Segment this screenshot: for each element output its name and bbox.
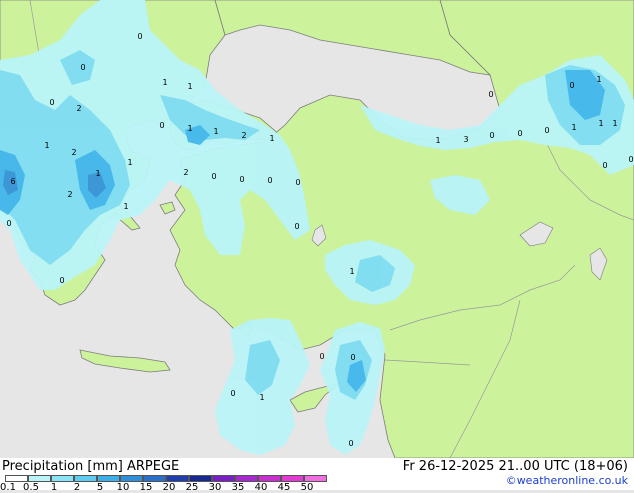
precip-label: 0	[517, 129, 522, 138]
precip-label: 1	[187, 124, 192, 133]
precip-label: 0	[488, 90, 493, 99]
scale-swatch	[74, 475, 97, 482]
precip-label: 0	[294, 222, 299, 231]
scale-tick-label: 45	[277, 482, 291, 493]
scale-swatch	[235, 475, 258, 482]
scale-swatch	[258, 475, 281, 482]
precip-label: 0	[319, 352, 324, 361]
precip-label: 1	[162, 78, 167, 87]
scale-swatch	[166, 475, 189, 482]
precip-color-scale	[5, 474, 341, 482]
precip-label: 0	[80, 63, 85, 72]
precip-label: 0	[348, 439, 353, 448]
scale-tick-label: 0.5	[23, 482, 39, 493]
scale-tick-label: 5	[96, 482, 104, 493]
scale-swatch	[5, 475, 28, 482]
scale-tick-label: 25	[185, 482, 199, 493]
scale-tick-label: 40	[254, 482, 268, 493]
precip-label: 0	[350, 353, 355, 362]
precip-label: 3	[463, 135, 468, 144]
precip-label: 0	[211, 172, 216, 181]
precip-label: 1	[269, 134, 274, 143]
scale-tick-label: 1	[50, 482, 58, 493]
precip-label: 1	[127, 158, 132, 167]
precip-label: 0	[295, 178, 300, 187]
precip-label: 1	[435, 136, 440, 145]
precip-label: 0	[159, 121, 164, 130]
precip-label: 1	[44, 141, 49, 150]
precip-label: 1	[187, 82, 192, 91]
precip-label: 0	[230, 389, 235, 398]
precip-label: 2	[76, 104, 81, 113]
precip-label: 6	[10, 177, 15, 186]
precip-label: 2	[67, 190, 72, 199]
scale-swatch	[51, 475, 74, 482]
precip-label: 2	[241, 131, 246, 140]
scale-swatch	[281, 475, 304, 482]
precip-label: 0	[569, 81, 574, 90]
scale-tick-label: 50	[300, 482, 314, 493]
scale-tick-label: 35	[231, 482, 245, 493]
precip-label: 0	[628, 155, 633, 164]
precip-label: 0	[267, 176, 272, 185]
precip-label: 1	[571, 123, 576, 132]
precip-label: 1	[95, 169, 100, 178]
valid-time: Fr 26-12-2025 21..00 UTC (18+06)	[402, 459, 628, 474]
precip-label: 1	[598, 119, 603, 128]
precip-label: 1	[259, 393, 264, 402]
precip-label: 0	[239, 175, 244, 184]
precip-label: 1	[213, 127, 218, 136]
legend-title: Precipitation [mm] ARPEGE	[2, 459, 180, 474]
scale-swatch	[97, 475, 120, 482]
precip-label: 1	[349, 267, 354, 276]
scale-tick-label: 15	[139, 482, 153, 493]
scale-swatch	[189, 475, 212, 482]
scale-swatch	[28, 475, 51, 482]
scale-arrow-tip	[327, 474, 341, 482]
precip-label: 1	[123, 202, 128, 211]
scale-tick-label: 20	[162, 482, 176, 493]
precip-label: 1	[596, 75, 601, 84]
scale-swatch	[143, 475, 166, 482]
precip-label: 0	[137, 32, 142, 41]
map-footer: Precipitation [mm] ARPEGE Fr 26-12-2025 …	[0, 458, 634, 493]
credit-link[interactable]: ©weatheronline.co.uk	[506, 474, 628, 487]
scale-tick-label: 10	[116, 482, 130, 493]
scale-tick-label: 0.1	[0, 482, 16, 493]
scale-swatch	[212, 475, 235, 482]
precip-label: 2	[71, 148, 76, 157]
scale-tick-label: 2	[73, 482, 81, 493]
scale-tick-label: 30	[208, 482, 222, 493]
scale-swatch	[304, 475, 327, 482]
precip-label: 0	[6, 219, 11, 228]
precip-label: 0	[602, 161, 607, 170]
scale-swatch	[120, 475, 143, 482]
precip-label: 0	[489, 131, 494, 140]
precip-label: 1	[612, 119, 617, 128]
precip-label: 0	[544, 126, 549, 135]
precipitation-map: 0 0 1 1 0 2 1 1 2 1 0 2 1 2 0 0 0 0 1 1 …	[0, 0, 634, 458]
precip-label: 0	[59, 276, 64, 285]
precip-label: 2	[183, 168, 188, 177]
precip-label: 0	[49, 98, 54, 107]
